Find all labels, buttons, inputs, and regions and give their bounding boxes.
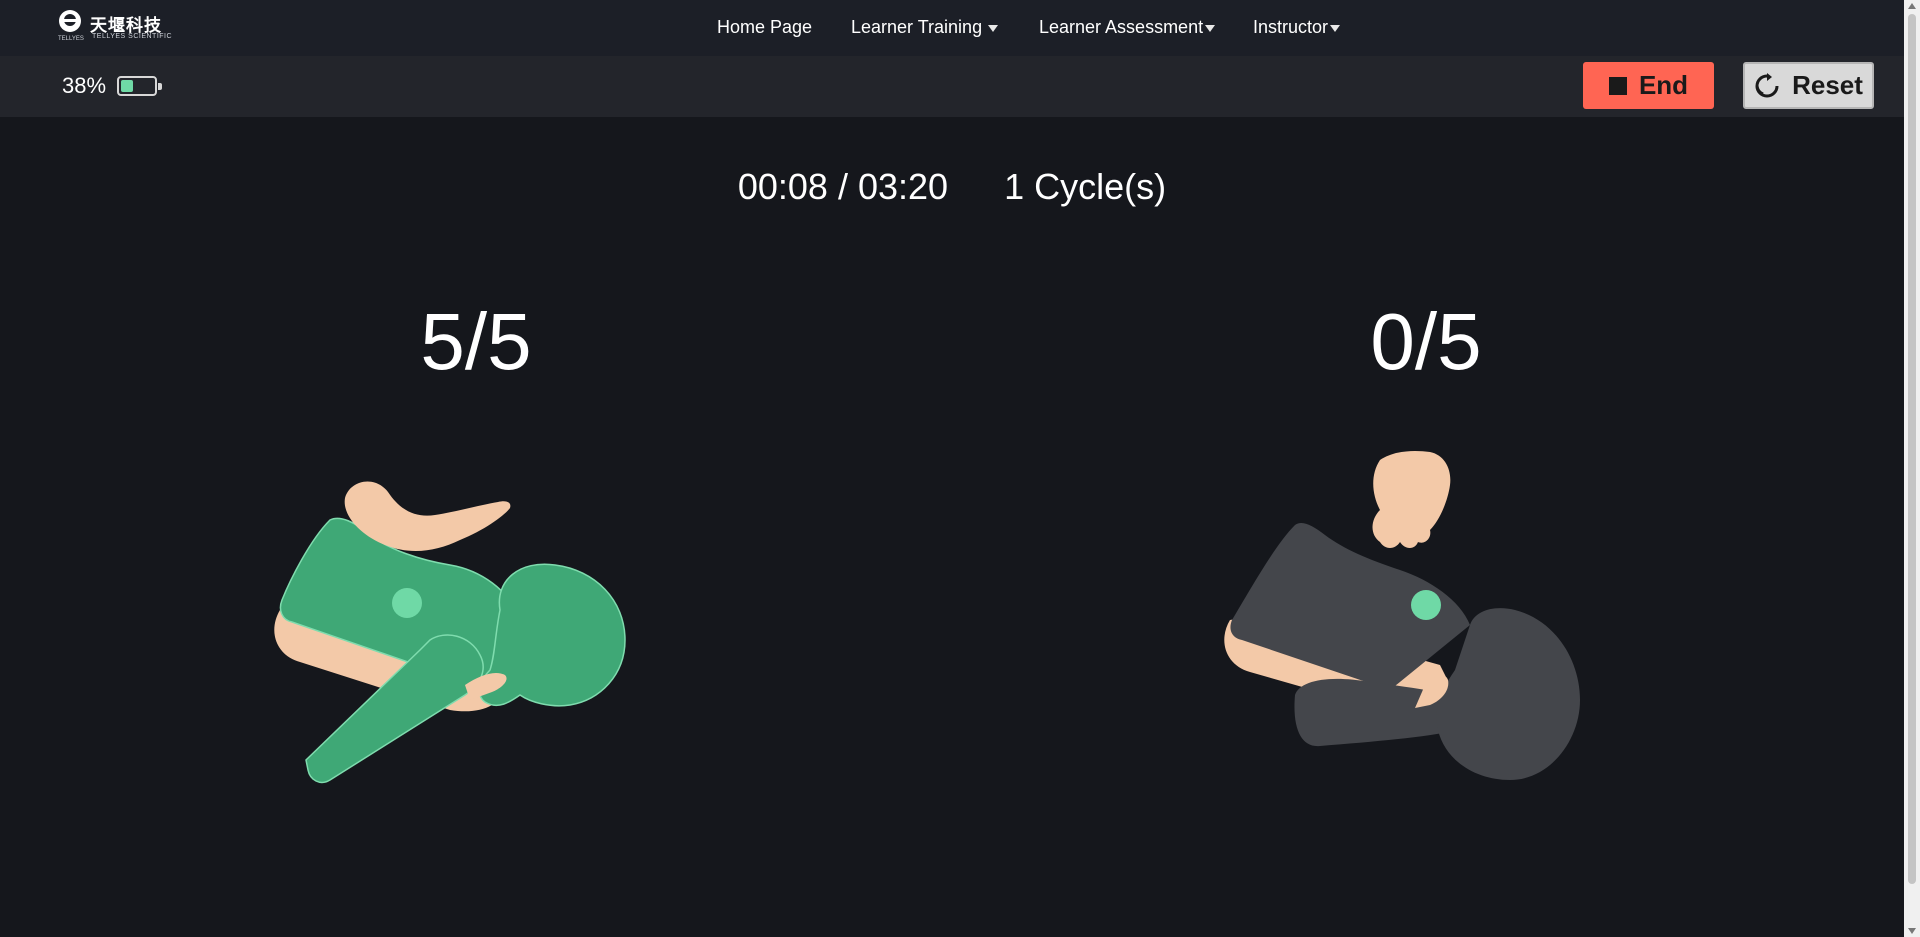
end-button-label: End <box>1638 70 1689 100</box>
cycle-count: 1 Cycle(s) <box>1004 166 1167 207</box>
nav-learner-training[interactable]: Learner Training <box>851 17 999 38</box>
right-counter: 0/5 <box>1370 297 1482 386</box>
compression-marker <box>1411 590 1441 620</box>
time-separator: / <box>837 166 848 207</box>
chevron-down-icon <box>1205 25 1216 32</box>
nav-learner-assessment-label: Learner Assessment <box>1039 17 1204 37</box>
battery-fill <box>121 80 134 92</box>
nav-learner-training-label: Learner Training <box>851 17 983 37</box>
reset-button[interactable]: Reset <box>1743 62 1874 109</box>
infant-chest-compression-figure <box>1224 450 1580 780</box>
chevron-down-icon <box>1330 25 1341 32</box>
chevron-down-icon <box>988 25 999 32</box>
brand-logo[interactable]: 天堰科技 TELLYES TELLYES SCIENTIFIC <box>56 9 172 43</box>
status-bar: 38% End Reset <box>0 56 1904 117</box>
total-time: 03:20 <box>857 166 949 207</box>
nav-home-page-label: Home Page <box>717 17 813 37</box>
scroll-up-arrow-icon[interactable] <box>1908 3 1916 9</box>
end-button[interactable]: End <box>1583 62 1714 109</box>
nav-home-page[interactable]: Home Page <box>717 17 812 38</box>
page-scrollbar[interactable] <box>1904 0 1920 937</box>
nav-instructor[interactable]: Instructor <box>1253 17 1341 38</box>
nav-instructor-label: Instructor <box>1253 17 1329 37</box>
battery-percent: 38% <box>62 73 107 98</box>
brand-mark-text: TELLYES <box>58 36 84 42</box>
left-counter: 5/5 <box>420 297 532 386</box>
elapsed-time: 00:08 <box>737 166 828 207</box>
battery-icon <box>117 76 162 96</box>
nav-learner-assessment[interactable]: Learner Assessment <box>1039 17 1216 38</box>
battery-tip <box>158 83 162 90</box>
scroll-down-arrow-icon[interactable] <box>1908 928 1916 934</box>
infant-back-blow-figure <box>274 481 626 784</box>
compression-marker <box>392 588 422 618</box>
reset-button-label: Reset <box>1792 70 1863 100</box>
session-timer: 00:08 / 03:20 1 Cycle(s) <box>0 166 1904 208</box>
compression-hand <box>1372 450 1451 548</box>
scrollbar-thumb[interactable] <box>1908 14 1916 884</box>
refresh-icon <box>1755 72 1779 97</box>
stop-icon <box>1608 76 1627 95</box>
brand-name-en: TELLYES SCIENTIFIC <box>92 33 173 40</box>
top-nav: 天堰科技 TELLYES TELLYES SCIENTIFIC Home Pag… <box>0 0 1904 56</box>
